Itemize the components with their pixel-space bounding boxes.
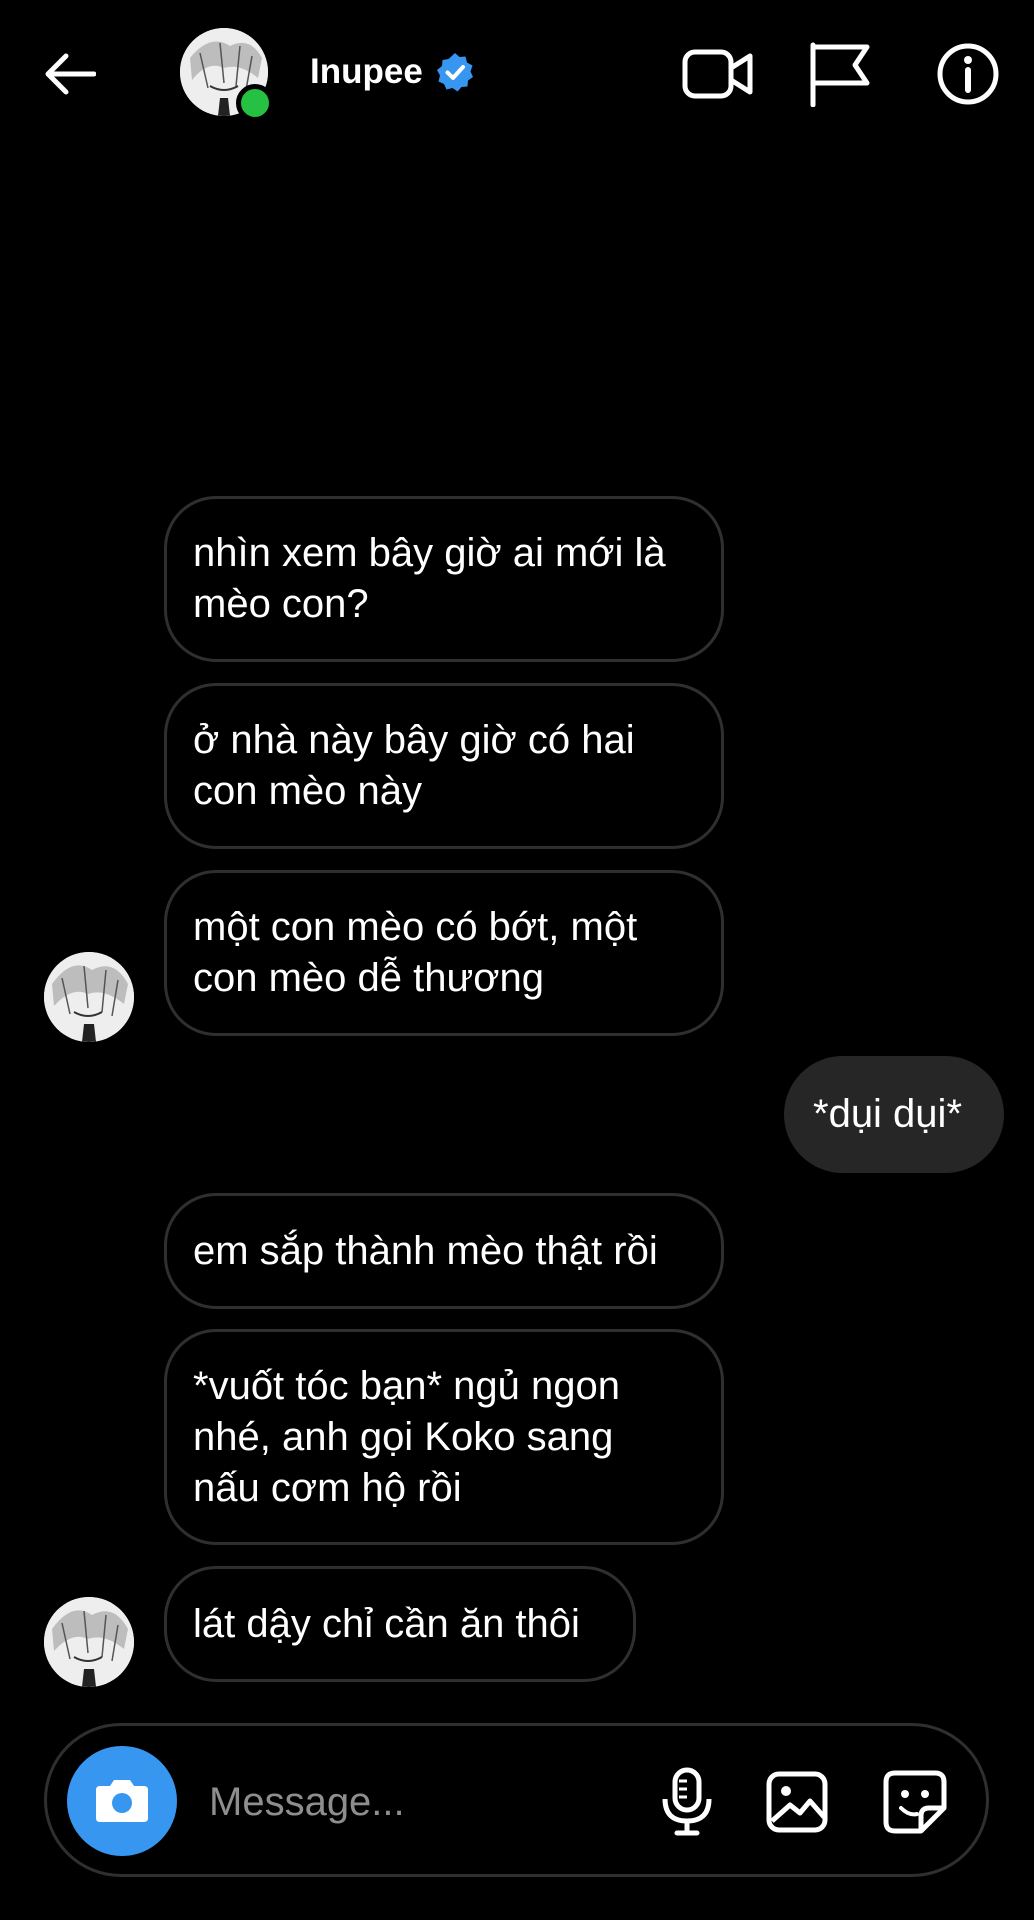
sender-avatar[interactable] <box>44 1597 134 1687</box>
online-status-indicator <box>236 84 274 122</box>
sticker-button[interactable] <box>875 1762 955 1842</box>
received-message[interactable]: em sắp thành mèo thật rồi <box>164 1193 724 1309</box>
message-text: lát dậy chỉ cần ăn thôi <box>193 1601 580 1646</box>
gallery-icon <box>766 1771 828 1833</box>
message-composer <box>44 1723 989 1877</box>
message-text: nhé, anh gọi Koko sang <box>193 1414 614 1459</box>
message-text: mèo con? <box>193 582 369 626</box>
message-text: nhìn xem bây giờ ai mới là <box>193 531 666 575</box>
verified-badge-icon <box>436 53 473 92</box>
message-input[interactable] <box>207 1766 631 1838</box>
sent-message[interactable]: *dụi dụi* <box>784 1056 1004 1173</box>
message-text: *vuốt tóc bạn* ngủ ngon <box>193 1363 621 1408</box>
sender-avatar[interactable] <box>44 952 134 1042</box>
message-text: ở nhà này bây giờ có hai <box>193 718 635 762</box>
message-text: em sắp thành mèo thật rồi <box>193 1228 658 1273</box>
sticker-icon <box>883 1770 947 1834</box>
camera-button[interactable] <box>67 1746 177 1856</box>
received-message[interactable]: ở nhà này bây giờ có hai con mèo này <box>164 683 724 849</box>
received-message[interactable]: một con mèo có bớt, một con mèo dễ thươn… <box>164 870 724 1036</box>
received-message[interactable]: nhìn xem bây giờ ai mới là mèo con? <box>164 496 724 662</box>
info-icon <box>937 43 999 105</box>
microphone-icon <box>662 1767 712 1836</box>
username-label: Inupee <box>310 52 423 91</box>
back-arrow-icon <box>45 53 96 95</box>
video-call-button[interactable] <box>680 36 756 112</box>
flag-icon <box>810 42 870 107</box>
info-button[interactable] <box>930 36 1006 112</box>
video-call-icon <box>682 49 753 99</box>
profile-avatar-button[interactable] <box>180 28 274 122</box>
message-text: một con mèo có bớt, một <box>193 905 638 949</box>
camera-icon <box>96 1780 148 1822</box>
message-text: con mèo này <box>193 769 423 813</box>
message-text: con mèo dễ thương <box>193 956 544 1000</box>
gallery-button[interactable] <box>757 1762 837 1842</box>
chat-username[interactable]: Inupee <box>310 52 475 92</box>
message-text: nấu cơm hộ rồi <box>193 1465 462 1510</box>
received-message[interactable]: lát dậy chỉ cần ăn thôi <box>164 1566 636 1682</box>
voice-message-button[interactable] <box>647 1762 727 1842</box>
message-text: *dụi dụi* <box>813 1092 963 1136</box>
report-flag-button[interactable] <box>802 36 878 112</box>
chat-header: Inupee <box>0 0 1034 150</box>
back-button[interactable] <box>40 44 100 104</box>
received-message[interactable]: *vuốt tóc bạn* ngủ ngon nhé, anh gọi Kok… <box>164 1329 724 1545</box>
